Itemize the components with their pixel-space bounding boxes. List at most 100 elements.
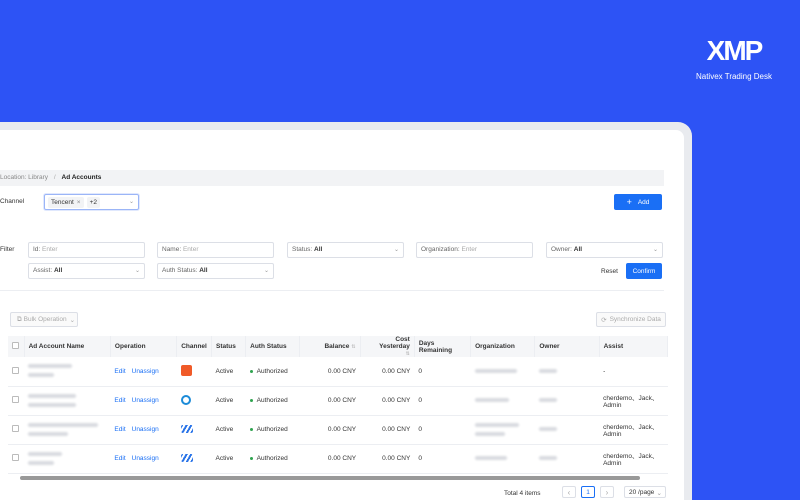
channel-cell [176, 357, 212, 387]
unassign-link[interactable]: Unassign [132, 426, 159, 433]
table-row: Edit Unassign Active Authorized 0.00 CNY … [8, 357, 668, 387]
status-cell: Active [211, 415, 246, 445]
auth-status-cell: Authorized [245, 444, 300, 474]
plus-icon: + [626, 197, 632, 207]
stripes-channel-icon [180, 453, 193, 462]
balance-cell: 0.00 CNY [299, 386, 361, 416]
assist-names: cherdemo、Jack、 [603, 424, 659, 431]
app-screen: Location: Library / Ad Accounts Channel … [0, 130, 684, 500]
horizontal-scrollbar[interactable] [20, 476, 640, 480]
owner-filter-value: All [573, 246, 583, 253]
organization-blurred [470, 444, 535, 474]
column-header-label: Balance [324, 343, 350, 350]
confirm-button[interactable]: Confirm [626, 263, 662, 279]
auth-status-text: Authorized [256, 455, 288, 462]
breadcrumb-separator: / [53, 174, 56, 181]
next-page-button[interactable]: › [600, 486, 614, 498]
id-filter-placeholder: Enter [42, 246, 58, 253]
column-header: Owner [534, 336, 600, 357]
owner-filter-label: Owner: [551, 246, 572, 253]
column-header-balance[interactable]: Balance ⇅ [299, 336, 361, 357]
assist-cell: cherdemo、Jack、 Admin [599, 386, 668, 416]
sort-icon: ⇅ [351, 344, 356, 350]
assist-cell: cherdemo、Jack、 Admin [599, 415, 668, 445]
name-filter-input[interactable]: Name: Enter [157, 242, 274, 258]
column-header: Operation [110, 336, 178, 357]
name-filter-label: Name: [162, 246, 182, 253]
add-button[interactable]: + Add [614, 194, 662, 210]
assist-filter-value: All [53, 267, 63, 274]
reset-button[interactable]: Reset [601, 268, 618, 275]
status-filter-select[interactable]: Status: All ⌄ [287, 242, 404, 258]
days-remaining-cell: 0 [414, 415, 471, 445]
bulk-operation-button[interactable]: ⧉ Bulk Operation ⌄ [10, 312, 78, 327]
edit-link[interactable]: Edit [114, 397, 125, 404]
divider [0, 290, 664, 291]
unassign-link[interactable]: Unassign [132, 455, 159, 462]
column-header-label: Cost Yesterday [379, 336, 410, 350]
column-header-cost-yesterday[interactable]: Cost Yesterday ⇅ [360, 336, 415, 357]
edit-link[interactable]: Edit [114, 426, 125, 433]
auth-status-text: Authorized [256, 426, 288, 433]
operation-cell: Edit Unassign [110, 357, 177, 387]
organization-blurred [470, 415, 535, 445]
row-checkbox[interactable] [8, 357, 25, 387]
row-checkbox[interactable] [8, 444, 25, 474]
page-1-button[interactable]: 1 [581, 486, 595, 498]
status-dot-icon [249, 369, 253, 373]
assist-names: Admin [603, 431, 622, 438]
ad-account-name-blurred [24, 415, 111, 445]
breadcrumb: Location: Library / Ad Accounts [0, 170, 664, 186]
column-header: Assist [599, 336, 669, 357]
chevron-down-icon: ⌄ [128, 199, 134, 205]
assist-cell: cherdemo、Jack、 Admin [599, 444, 668, 474]
channel-label: Channel [0, 198, 25, 205]
edit-link[interactable]: Edit [114, 455, 125, 462]
filter-label: Filter [0, 246, 15, 253]
stripes-channel-icon [180, 424, 193, 433]
id-filter-label: Id: [33, 246, 41, 253]
copy-icon: ⧉ [17, 315, 22, 323]
organization-filter-input[interactable]: Organization: Enter [416, 242, 533, 258]
synchronize-data-button[interactable]: ⟳ Synchronize Data [596, 312, 666, 327]
edit-link[interactable]: Edit [114, 368, 125, 375]
kuaishou-icon [180, 394, 191, 405]
unassign-link[interactable]: Unassign [132, 397, 159, 404]
chevron-down-icon: ⌄ [393, 247, 399, 253]
table-row: Edit Unassign Active Authorized 0.00 CNY … [8, 386, 668, 416]
ad-accounts-table: Ad Account Name Operation Channel Status… [8, 336, 669, 474]
bulk-operation-label: Bulk Operation [23, 316, 67, 323]
balance-cell: 0.00 CNY [299, 415, 361, 445]
breadcrumb-location[interactable]: Location: Library [0, 174, 48, 181]
page-size-select[interactable]: 20 /page ⌄ [624, 486, 666, 498]
balance-cell: 0.00 CNY [299, 357, 361, 387]
breadcrumb-current: Ad Accounts [61, 174, 102, 181]
operation-cell: Edit Unassign [110, 386, 177, 416]
prev-page-button[interactable]: ‹ [562, 486, 576, 498]
status-cell: Active [211, 444, 246, 474]
sync-icon: ⟳ [601, 316, 607, 324]
ad-account-name-blurred [24, 357, 111, 387]
name-filter-placeholder: Enter [182, 246, 199, 253]
auth-status-filter-select[interactable]: Auth Status: All ⌄ [157, 263, 274, 279]
ad-account-name-blurred [24, 444, 111, 474]
assist-filter-select[interactable]: Assist: All ⌄ [28, 263, 145, 279]
owner-filter-select[interactable]: Owner: All ⌄ [546, 242, 663, 258]
row-checkbox[interactable] [8, 386, 25, 416]
unassign-link[interactable]: Unassign [132, 368, 159, 375]
select-all-checkbox[interactable] [8, 336, 25, 357]
organization-filter-placeholder: Enter [461, 246, 478, 253]
synchronize-data-label: Synchronize Data [609, 316, 661, 323]
id-filter-input[interactable]: Id: Enter [28, 242, 145, 258]
ad-account-name-blurred [24, 386, 111, 416]
sort-icon: ⇅ [405, 351, 410, 357]
page-size-label: 20 /page [629, 489, 655, 496]
channel-select[interactable]: Tencent × +2 ⌄ [44, 194, 139, 210]
table-row: Edit Unassign Active Authorized 0.00 CNY … [8, 444, 668, 474]
row-checkbox[interactable] [8, 415, 25, 445]
channel-tag-label: Tencent [51, 198, 74, 206]
owner-blurred [534, 444, 600, 474]
tag-close-icon[interactable]: × [77, 199, 81, 206]
auth-status-filter-label: Auth Status: [162, 267, 198, 274]
column-header: Status [211, 336, 247, 357]
